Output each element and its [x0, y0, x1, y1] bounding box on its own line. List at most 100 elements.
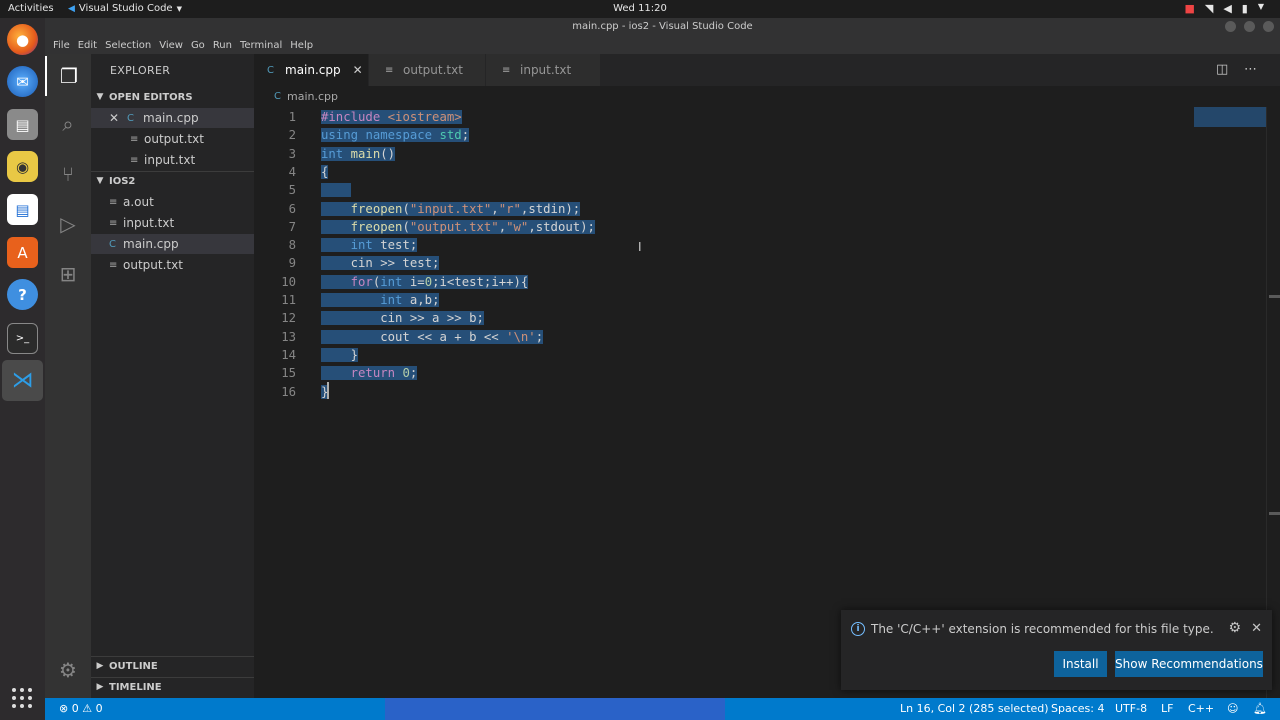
- minimize-button[interactable]: [1225, 21, 1236, 32]
- timeline-section[interactable]: ▶ TIMELINE: [91, 677, 254, 697]
- tab-input-txt[interactable]: ≡ input.txt: [486, 54, 600, 86]
- folder-label: IOS2: [109, 175, 136, 187]
- code-line[interactable]: 9 cin >> test;: [254, 254, 1280, 272]
- volume-icon[interactable]: ◀: [1223, 2, 1231, 15]
- clock[interactable]: Wed 11:20: [613, 3, 667, 14]
- code-line[interactable]: 7 freopen("output.txt","w",stdout);: [254, 218, 1280, 236]
- vscode-icon[interactable]: ⋊: [7, 365, 38, 396]
- manage-gear-icon[interactable]: ⚙: [45, 650, 91, 690]
- file-a-out[interactable]: ≡ a.out: [91, 192, 254, 212]
- breadcrumb[interactable]: C main.cpp: [254, 86, 1280, 107]
- chevron-down-icon[interactable]: ▼: [1258, 2, 1264, 15]
- menu-help[interactable]: Help: [286, 40, 317, 51]
- rhythmbox-icon[interactable]: ◉: [7, 151, 38, 182]
- txt-file-icon: ≡: [130, 133, 139, 145]
- notifications-bell-icon[interactable]: 🔔︎: [1253, 702, 1267, 715]
- menu-run[interactable]: Run: [209, 40, 236, 51]
- code-line[interactable]: 12 cin >> a >> b;: [254, 309, 1280, 327]
- editor-tabs: C main.cpp ✕ ≡ output.txt ≡ input.txt ◫ …: [254, 54, 1280, 86]
- maximize-button[interactable]: [1244, 21, 1255, 32]
- code-line[interactable]: 10 for(int i=0;i<test;i++){: [254, 273, 1280, 291]
- code-line[interactable]: 1 #include <iostream>: [254, 108, 1280, 126]
- app-menu[interactable]: ◀ Visual Studio Code ▼: [68, 3, 182, 14]
- file-input-txt[interactable]: ≡ input.txt: [91, 213, 254, 233]
- thunderbird-icon[interactable]: ✉: [7, 66, 38, 97]
- cursor-position[interactable]: Ln 16, Col 2 (285 selected): [900, 702, 1049, 715]
- menu-bar: File Edit Selection View Go Run Terminal…: [45, 36, 1280, 54]
- gear-icon[interactable]: ⚙: [1228, 620, 1241, 636]
- problems-indicator[interactable]: ⊗ 0 ⚠ 0: [59, 702, 103, 715]
- menu-selection[interactable]: Selection: [101, 40, 155, 51]
- close-icon[interactable]: ✕: [353, 63, 363, 77]
- file-output-txt[interactable]: ≡ output.txt: [91, 255, 254, 275]
- menu-terminal[interactable]: Terminal: [236, 40, 286, 51]
- error-icon: ⊗: [59, 702, 69, 715]
- minimap[interactable]: [1194, 107, 1266, 127]
- files-icon[interactable]: ▤: [7, 109, 38, 140]
- code-line[interactable]: 16}: [254, 383, 1280, 401]
- show-recommendations-button[interactable]: Show Recommendations: [1115, 651, 1263, 677]
- menu-edit[interactable]: Edit: [74, 40, 101, 51]
- terminal-icon[interactable]: >_: [7, 323, 38, 354]
- split-editor-icon[interactable]: ◫: [1216, 62, 1228, 77]
- code-line[interactable]: 6 freopen("input.txt","r",stdin);: [254, 200, 1280, 218]
- code-line[interactable]: 5: [254, 181, 1280, 199]
- run-debug-icon[interactable]: ▷: [45, 204, 91, 244]
- install-button[interactable]: Install: [1054, 651, 1107, 677]
- software-icon[interactable]: A: [7, 237, 38, 268]
- close-window-button[interactable]: [1263, 21, 1274, 32]
- open-editor-output-txt[interactable]: ≡ output.txt: [91, 129, 254, 149]
- source-control-icon[interactable]: ⑂: [45, 154, 91, 194]
- status-bar-highlight: [385, 698, 725, 720]
- encoding[interactable]: UTF-8: [1115, 702, 1147, 715]
- explorer-icon[interactable]: ❐: [45, 56, 91, 96]
- search-icon[interactable]: ⌕: [45, 104, 91, 144]
- code-line[interactable]: 11 int a,b;: [254, 291, 1280, 309]
- explorer-sidebar: EXPLORER ▼ OPEN EDITORS ✕ C main.cpp ≡ o…: [91, 54, 254, 698]
- language-mode[interactable]: C++: [1188, 702, 1214, 715]
- menu-file[interactable]: File: [49, 40, 74, 51]
- txt-file-icon: ≡: [109, 217, 118, 229]
- show-applications-icon[interactable]: [12, 688, 33, 709]
- close-icon[interactable]: ✕: [1251, 621, 1262, 636]
- file-main-cpp[interactable]: C main.cpp: [91, 234, 254, 254]
- activities-button[interactable]: Activities: [8, 3, 54, 14]
- feedback-icon[interactable]: ☺: [1227, 702, 1238, 715]
- help-icon[interactable]: ?: [7, 279, 38, 310]
- file-icon: ≡: [109, 196, 118, 208]
- tab-output-txt[interactable]: ≡ output.txt: [369, 54, 485, 86]
- writer-icon[interactable]: ▤: [7, 194, 38, 225]
- open-editor-main-cpp[interactable]: ✕ C main.cpp: [91, 108, 254, 128]
- more-actions-icon[interactable]: ⋯: [1244, 62, 1257, 77]
- firefox-icon[interactable]: ●: [7, 24, 38, 55]
- menu-view[interactable]: View: [155, 40, 187, 51]
- code-line[interactable]: 14 }: [254, 346, 1280, 364]
- indentation[interactable]: Spaces: 4: [1051, 702, 1104, 715]
- wifi-icon[interactable]: ◥: [1205, 2, 1213, 15]
- code-line[interactable]: 4{: [254, 163, 1280, 181]
- line-number: 7: [288, 219, 296, 234]
- open-editor-input-txt[interactable]: ≡ input.txt: [91, 150, 254, 170]
- explorer-header: EXPLORER: [110, 64, 171, 77]
- breadcrumb-file[interactable]: main.cpp: [287, 90, 338, 103]
- txt-file-icon: ≡: [130, 154, 139, 166]
- tab-main-cpp[interactable]: C main.cpp ✕: [254, 54, 368, 86]
- open-editor-label: output.txt: [144, 132, 204, 146]
- menu-go[interactable]: Go: [187, 40, 209, 51]
- code-line[interactable]: 3 int main(): [254, 145, 1280, 163]
- extensions-icon[interactable]: ⊞: [45, 254, 91, 294]
- system-tray[interactable]: ■ ◥ ◀ ▮ ▼: [1184, 2, 1264, 15]
- code-line[interactable]: 2 using namespace std;: [254, 126, 1280, 144]
- open-editor-label: main.cpp: [143, 111, 199, 125]
- open-editors-section[interactable]: ▼ OPEN EDITORS: [91, 87, 254, 107]
- code-line[interactable]: 13 cout << a + b << '\n';: [254, 328, 1280, 346]
- folder-section[interactable]: ▼ IOS2: [91, 171, 254, 191]
- code-line[interactable]: 8 int test;: [254, 236, 1280, 254]
- close-icon[interactable]: ✕: [109, 111, 127, 125]
- end-of-line[interactable]: LF: [1161, 702, 1173, 715]
- outline-section[interactable]: ▶ OUTLINE: [91, 656, 254, 676]
- battery-icon[interactable]: ▮: [1242, 2, 1248, 15]
- code-line[interactable]: 15 return 0;: [254, 364, 1280, 382]
- record-icon[interactable]: ■: [1184, 2, 1194, 15]
- line-number: 13: [281, 329, 296, 344]
